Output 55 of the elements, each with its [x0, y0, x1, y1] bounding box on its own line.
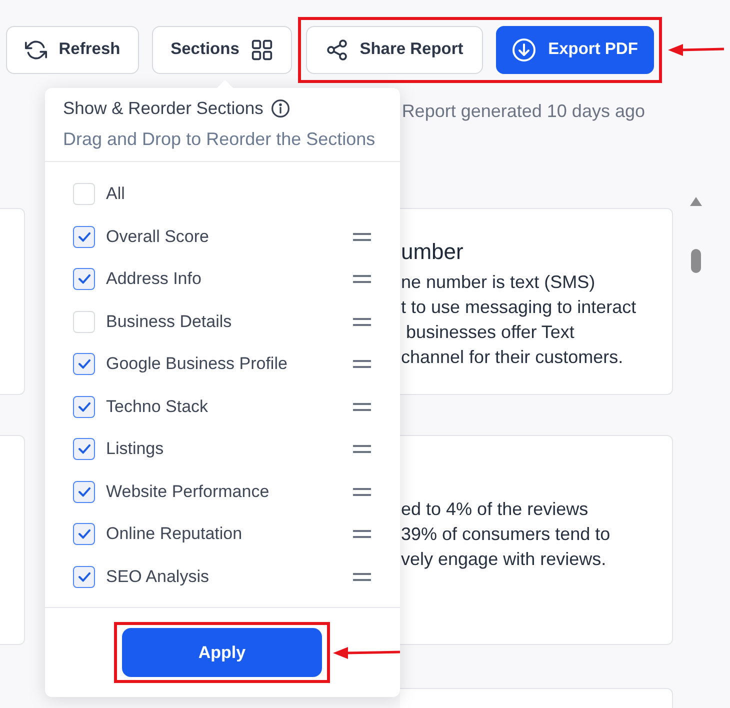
section-label[interactable]: Listings — [106, 439, 164, 460]
share-icon — [326, 38, 348, 60]
card-heading: umber — [401, 239, 464, 265]
refresh-button[interactable]: Refresh — [6, 26, 139, 74]
check-icon — [78, 486, 90, 497]
section-label[interactable]: Overall Score — [106, 226, 209, 247]
drag-handle-icon[interactable] — [353, 488, 371, 496]
scrollbar-thumb[interactable] — [691, 249, 701, 273]
card-text: ne number is text (SMS) t to use messaging to interact businesses offer Text channel for their customers. — [401, 271, 638, 369]
download-icon — [512, 38, 536, 62]
checkbox[interactable] — [73, 523, 95, 546]
check-icon — [78, 572, 90, 582]
popover-title: Show & Reorder Sections — [63, 98, 264, 118]
checkbox[interactable] — [73, 480, 95, 503]
checkbox[interactable] — [73, 396, 95, 418]
drag-handle-icon[interactable] — [353, 402, 371, 411]
drag-handle-icon[interactable] — [353, 572, 371, 581]
drag-handle-icon[interactable] — [353, 360, 371, 368]
section-label[interactable]: All — [106, 184, 125, 204]
export-pdf-button[interactable]: Export PDF — [496, 26, 654, 74]
drag-handle-icon[interactable] — [353, 445, 371, 454]
popover-subtitle: Drag and Drop to Reorder the Sections — [63, 128, 376, 150]
checkbox[interactable] — [73, 566, 95, 588]
drag-handle-icon[interactable] — [353, 530, 371, 538]
scroll-up-icon[interactable] — [690, 197, 702, 206]
section-label[interactable]: Address Info — [106, 269, 202, 290]
check-icon — [78, 529, 90, 540]
section-label[interactable]: SEO Analysis — [106, 566, 209, 587]
checkbox[interactable] — [73, 438, 95, 460]
checkbox[interactable] — [73, 353, 95, 376]
section-label[interactable]: Business Details — [106, 312, 232, 332]
drag-handle-icon[interactable] — [353, 318, 371, 326]
check-icon — [78, 232, 90, 242]
drag-handle-icon[interactable] — [353, 275, 371, 284]
check-icon — [78, 274, 90, 284]
section-label[interactable]: Google Business Profile — [106, 354, 288, 374]
annotation-arrow — [333, 646, 400, 660]
report-status: Report generated 10 days ago — [402, 100, 645, 122]
info-icon[interactable] — [271, 98, 290, 118]
section-label[interactable]: Techno Stack — [106, 396, 208, 417]
checkbox[interactable] — [73, 268, 95, 290]
checkbox[interactable] — [73, 226, 95, 248]
card-text: ed to 4% of the reviews 39% of consumers tend to vely engage with reviews. — [401, 498, 612, 571]
drag-handle-icon[interactable] — [353, 232, 371, 241]
check-icon — [78, 359, 90, 370]
section-label[interactable]: Online Reputation — [106, 524, 242, 544]
sections-button[interactable]: Sections — [152, 26, 292, 74]
check-icon — [78, 402, 90, 412]
annotation-arrow — [668, 42, 724, 56]
share-report-button[interactable]: Share Report — [306, 26, 483, 74]
grid-icon — [251, 38, 274, 60]
refresh-icon — [24, 38, 47, 60]
apply-button[interactable]: Apply — [122, 628, 322, 677]
section-label[interactable]: Website Performance — [106, 482, 270, 502]
check-icon — [78, 444, 90, 454]
